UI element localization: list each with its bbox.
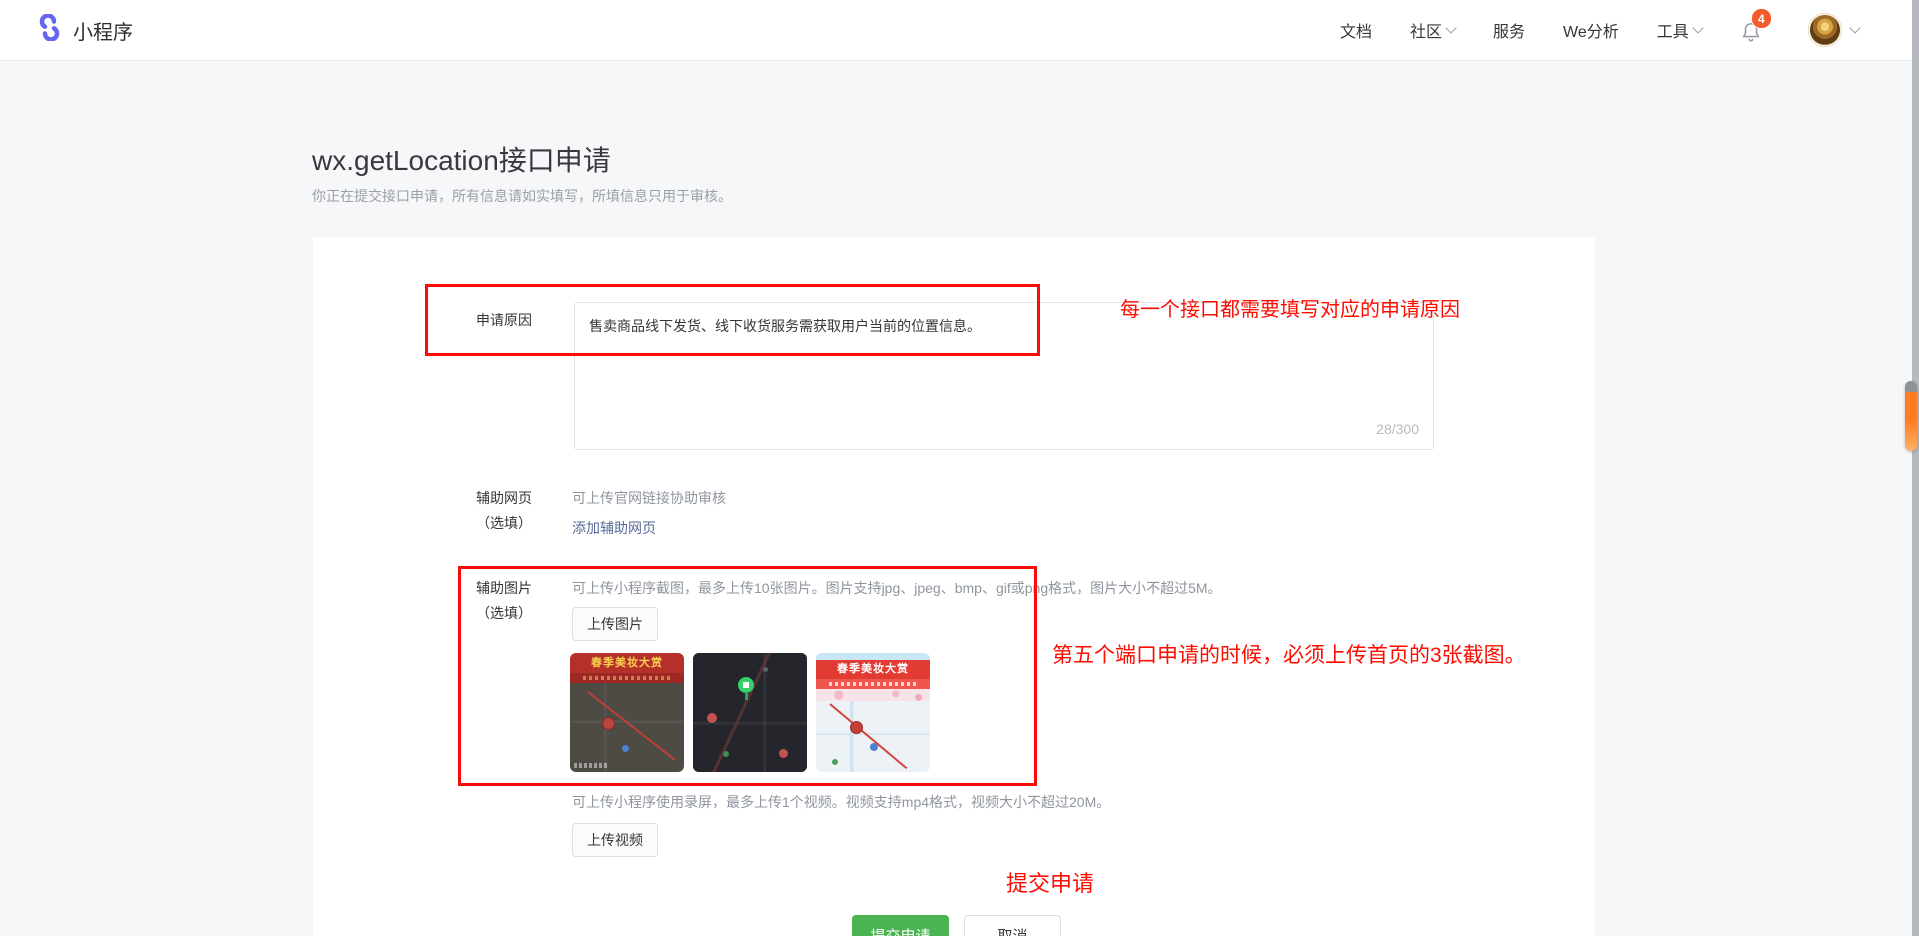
thumb1-map bbox=[570, 683, 684, 772]
thumb3-banner: 春季美妆大赏 bbox=[816, 660, 930, 679]
top-header: 小程序 文档 社区 服务 We分析 工具 bbox=[0, 0, 1919, 61]
annotation-submit-note: 提交申请 bbox=[1006, 866, 1094, 898]
thumb3-sky bbox=[816, 653, 930, 660]
thumb2-location-pin bbox=[738, 677, 754, 693]
page-subtitle: 你正在提交接口申请，所有信息请如实填写，所填信息只用于审核。 bbox=[312, 186, 732, 206]
thumb3-marker-blue bbox=[870, 743, 878, 751]
nav-community-label: 社区 bbox=[1410, 18, 1442, 42]
thumb3-route-line bbox=[829, 703, 907, 769]
reason-textarea-wrap: 售卖商品线下发货、线下收货服务需获取用户当前的位置信息。 28/300 bbox=[574, 302, 1434, 450]
logo-label: 小程序 bbox=[73, 16, 133, 45]
thumb1-marker-red bbox=[602, 717, 615, 730]
submit-button[interactable]: 提交申请 bbox=[852, 915, 949, 936]
thumb1-route-line bbox=[587, 691, 675, 760]
reason-char-counter: 28/300 bbox=[1376, 421, 1419, 437]
thumb2-marker-red-2 bbox=[779, 749, 788, 758]
upload-image-button[interactable]: 上传图片 bbox=[572, 607, 658, 641]
notification-bell[interactable]: 4 bbox=[1740, 14, 1770, 46]
page-canvas: 小程序 文档 社区 服务 We分析 工具 bbox=[0, 0, 1919, 936]
top-nav: 文档 社区 服务 We分析 工具 4 bbox=[1340, 0, 1859, 60]
thumb1-subbanner bbox=[570, 673, 684, 683]
nav-item-we-analytics[interactable]: We分析 bbox=[1563, 18, 1619, 42]
page-title: wx.getLocation接口申请 bbox=[312, 139, 611, 179]
reason-textarea[interactable]: 售卖商品线下发货、线下收货服务需获取用户当前的位置信息。 bbox=[575, 303, 1433, 449]
nav-tools-label: 工具 bbox=[1657, 18, 1689, 42]
screenshot-thumbnail-2[interactable] bbox=[693, 653, 807, 772]
thumb2-map bbox=[693, 653, 807, 772]
nav-item-community[interactable]: 社区 bbox=[1410, 18, 1455, 42]
chevron-down-icon bbox=[1445, 22, 1456, 33]
thumb3-map bbox=[816, 701, 930, 772]
miniprogram-logo-icon bbox=[36, 14, 63, 46]
thumb3-blossoms bbox=[816, 689, 930, 701]
images-hint: 可上传小程序截图，最多上传10张图片。图片支持jpg、jpeg、bmp、gif或… bbox=[572, 578, 1222, 598]
screenshot-thumbnail-3[interactable]: 春季美妆大赏 bbox=[816, 653, 930, 772]
images-optional-text: （选填） bbox=[472, 601, 536, 626]
upload-video-button[interactable]: 上传视频 bbox=[572, 823, 658, 857]
cancel-button[interactable]: 取消 bbox=[964, 915, 1061, 936]
thumb2-marker-gray bbox=[763, 667, 768, 672]
annotation-reason-note: 每一个接口都需要填写对应的申请原因 bbox=[1120, 293, 1460, 322]
screenshot-thumbnail-1[interactable]: 春季美妆大赏 bbox=[570, 653, 684, 772]
nav-item-services[interactable]: 服务 bbox=[1493, 18, 1525, 42]
thumb3-subbanner bbox=[816, 679, 930, 689]
scroll-indicator-orange[interactable] bbox=[1905, 381, 1917, 451]
nav-we-analytics-label: We分析 bbox=[1563, 18, 1619, 42]
nav-item-docs[interactable]: 文档 bbox=[1340, 18, 1372, 42]
images-label-text: 辅助图片 bbox=[472, 576, 536, 601]
thumb2-marker-green-small bbox=[723, 751, 729, 757]
add-webpage-link[interactable]: 添加辅助网页 bbox=[572, 518, 656, 538]
thumb3-marker-green bbox=[832, 759, 838, 765]
account-menu[interactable] bbox=[1808, 13, 1859, 47]
thumb2-marker-red-1 bbox=[707, 713, 717, 723]
reason-label-text: 申请原因 bbox=[476, 312, 532, 328]
webpage-hint: 可上传官网链接协助审核 bbox=[572, 488, 726, 508]
avatar bbox=[1808, 13, 1842, 47]
annotation-images-note: 第五个端口申请的时候，必须上传首页的3张截图。 bbox=[1052, 639, 1526, 669]
webpage-label: 辅助网页 （选填） bbox=[472, 486, 536, 536]
thumb1-watermark bbox=[574, 763, 608, 768]
webpage-label-text: 辅助网页 bbox=[472, 486, 536, 511]
notification-badge: 4 bbox=[1751, 8, 1772, 29]
reason-label: 申请原因 bbox=[472, 308, 536, 333]
images-label: 辅助图片 （选填） bbox=[472, 576, 536, 626]
chevron-down-icon bbox=[1849, 22, 1860, 33]
miniprogram-logo[interactable]: 小程序 bbox=[36, 0, 133, 60]
thumb3-marker-red bbox=[850, 721, 863, 734]
video-hint: 可上传小程序使用录屏，最多上传1个视频。视频支持mp4格式，视频大小不超过20M… bbox=[572, 792, 1110, 812]
nav-docs-label: 文档 bbox=[1340, 18, 1372, 42]
thumb1-banner: 春季美妆大赏 bbox=[570, 653, 684, 673]
scrollbar[interactable] bbox=[1912, 0, 1919, 936]
chevron-down-icon bbox=[1692, 22, 1703, 33]
nav-item-tools[interactable]: 工具 bbox=[1657, 18, 1702, 42]
nav-services-label: 服务 bbox=[1493, 18, 1525, 42]
webpage-optional-text: （选填） bbox=[472, 511, 536, 536]
thumb1-marker-blue bbox=[622, 745, 629, 752]
thumb2-pin-stem bbox=[745, 692, 748, 700]
